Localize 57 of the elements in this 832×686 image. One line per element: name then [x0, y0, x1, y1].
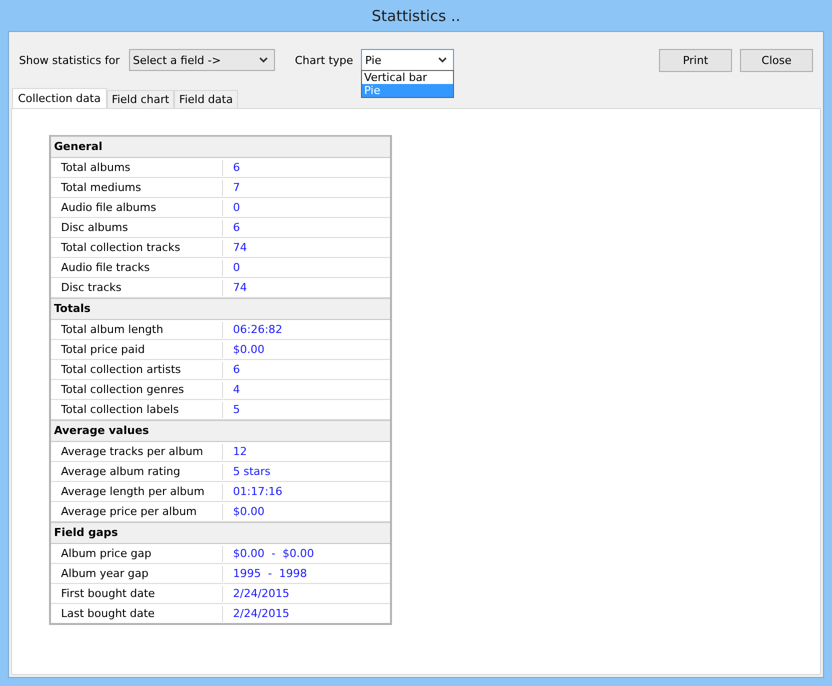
tab[interactable]: Collection data: [12, 88, 107, 108]
table-cell: Last bought date: [51, 606, 223, 622]
table-cell-text: 0: [232, 261, 240, 274]
table-cell-text: 4: [232, 383, 240, 396]
close-button[interactable]: Close: [740, 48, 813, 72]
window-title: Stattistics ..: [370, 6, 462, 27]
table-cell-text: 01:17:16: [232, 485, 282, 498]
table-cell-text: 2/24/2015: [232, 607, 290, 620]
print-button[interactable]: Print: [659, 48, 732, 72]
chevron-icon: [258, 57, 268, 63]
table-cell-text: $0.00: [232, 343, 264, 356]
table-cell: Total album length: [51, 322, 223, 338]
section-header: Totals: [51, 298, 390, 320]
chart-type-dropdown[interactable]: Pie: [361, 49, 454, 71]
table-cell-text: $0.00: [232, 505, 264, 518]
table-cell-text: 0: [232, 201, 240, 214]
table-cell: First bought date: [51, 586, 223, 602]
table-cell: Album year gap: [51, 566, 223, 582]
table-cell: Average length per album: [51, 484, 223, 500]
table-cell: Total collection labels: [51, 402, 223, 418]
table-cell-text: 06:26:82: [232, 323, 282, 336]
field-label: Show statistics for: [19, 54, 120, 66]
table-cell: Total albums: [51, 160, 223, 176]
table-cell: Album price gap: [51, 546, 223, 562]
section-header: Field gaps: [51, 522, 390, 544]
table-cell-text: $0.00 - $0.00: [232, 547, 314, 560]
chart-type-label: Chart type: [294, 54, 354, 66]
chevron-icon: [438, 57, 448, 63]
table-cell-text: 6: [232, 363, 240, 376]
table-cell: Total collection genres: [51, 382, 223, 398]
table-cell-text: 74: [232, 241, 247, 254]
field-dropdown[interactable]: Select a field ->: [128, 49, 275, 71]
table-cell: Total price paid: [51, 342, 223, 358]
table-cell-text: 6: [232, 161, 240, 174]
table-cell-text: 2/24/2015: [232, 587, 290, 600]
table-cell: Average price per album: [51, 504, 223, 520]
tab[interactable]: Field chart: [106, 90, 174, 108]
table-cell: Total mediums: [51, 180, 223, 196]
table-cell-text: 74: [232, 281, 247, 294]
table-cell: Disc albums: [51, 220, 223, 236]
table-cell: Total collection artists: [51, 362, 223, 378]
section-header: General: [51, 136, 390, 158]
table-cell-text: 5 stars: [232, 465, 271, 478]
table-cell: Audio file albums: [51, 200, 223, 216]
table-cell-text: 12: [232, 445, 247, 458]
table-cell-text: 5: [232, 403, 240, 416]
table-cell: Average album rating: [51, 464, 223, 480]
table-cell-text: 6: [232, 221, 240, 234]
table-cell: Average tracks per album: [51, 444, 223, 460]
table-cell: Disc tracks: [51, 280, 223, 296]
table-cell: Total collection tracks: [51, 240, 223, 256]
dropdown-option[interactable]: Vertical bar: [362, 71, 454, 84]
section-header: Average values: [51, 420, 390, 442]
table-cell: Audio file tracks: [51, 260, 223, 276]
tab[interactable]: Field data: [174, 90, 238, 108]
table-cell-text: 7: [232, 181, 240, 194]
table-cell-text: 1995 - 1998: [232, 567, 307, 580]
